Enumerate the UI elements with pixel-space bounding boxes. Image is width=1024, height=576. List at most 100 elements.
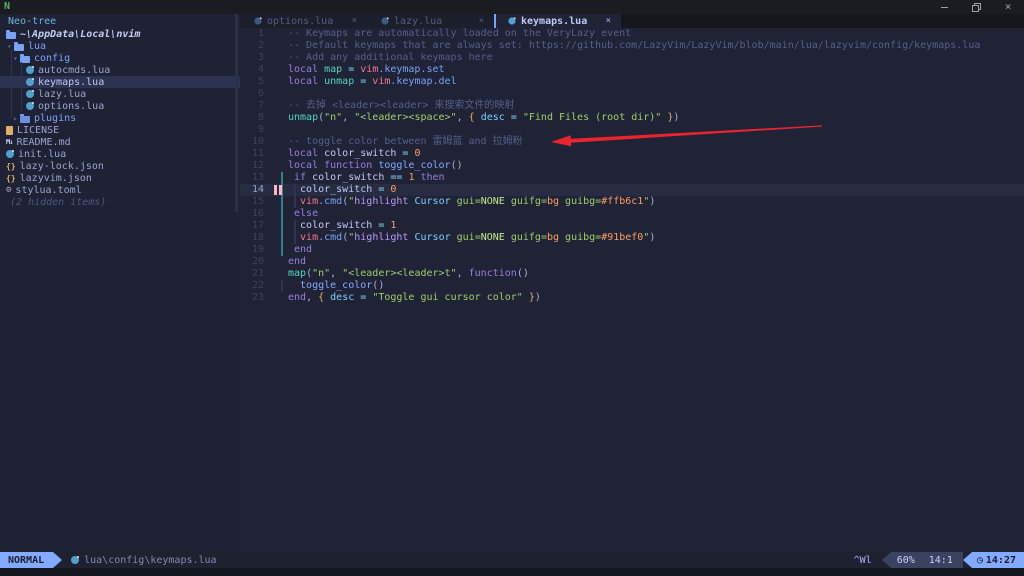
code-token: , bbox=[330, 268, 342, 279]
code-line-12[interactable]: 12local function toggle_color() bbox=[240, 160, 1024, 172]
tab-options.lua[interactable]: options.lua× bbox=[240, 14, 367, 28]
sidebar-item-lazy-lock-json[interactable]: {}lazy-lock.json bbox=[0, 160, 240, 172]
chevron-down-icon[interactable]: ▾ bbox=[13, 54, 20, 63]
code-token: Cursor bbox=[414, 232, 456, 243]
code-token: = bbox=[378, 184, 390, 195]
code-line-14[interactable]: 14 color_switch = 0 bbox=[240, 184, 1024, 196]
tab-lazy.lua[interactable]: lazy.lua× bbox=[367, 14, 494, 28]
tab-close-icon[interactable]: × bbox=[606, 16, 611, 26]
restore-button[interactable] bbox=[960, 0, 992, 14]
code-line-11[interactable]: 11local color_switch = 0 bbox=[240, 148, 1024, 160]
code-line-8[interactable]: 8unmap("n", "<leader><space>", { desc = … bbox=[240, 112, 1024, 124]
close-button[interactable]: × bbox=[992, 0, 1024, 14]
minimize-button[interactable] bbox=[928, 0, 960, 14]
tab-bar: options.lua×lazy.lua×keymaps.lua× bbox=[240, 14, 1024, 28]
code-line-23[interactable]: 23end, { desc = "Toggle gui cursor color… bbox=[240, 292, 1024, 304]
status-bar: NORMAL lua\config\keymaps.lua ^Wl 60% 14… bbox=[0, 552, 1024, 568]
sidebar-item-lua[interactable]: ▾lua bbox=[0, 40, 240, 52]
code-line-4[interactable]: 4local map = vim.keymap.set bbox=[240, 64, 1024, 76]
sidebar-item--appdata-local-nvim[interactable]: ~\AppData\Local\nvim bbox=[0, 28, 240, 40]
code-token: 1 bbox=[390, 220, 396, 231]
code-token: vim bbox=[372, 76, 390, 87]
code-line-10[interactable]: 10-- toggle color between 雷姆蓝 and 拉姆粉 bbox=[240, 136, 1024, 148]
item-label: stylua.toml bbox=[15, 185, 81, 196]
code-line-3[interactable]: 3-- Add any additional keymaps here bbox=[240, 52, 1024, 64]
sidebar-item-config[interactable]: ▾config bbox=[0, 52, 240, 64]
line-number: 21 bbox=[240, 268, 264, 280]
code-line-5[interactable]: 5local unmap = vim.keymap.del bbox=[240, 76, 1024, 88]
sidebar-item-license[interactable]: LICENSE bbox=[0, 124, 240, 136]
code-line-20[interactable]: 20end bbox=[240, 256, 1024, 268]
code-token: end bbox=[288, 244, 312, 255]
sidebar-item-lazy-lua[interactable]: lazy.lua bbox=[0, 88, 240, 100]
code-line-2[interactable]: 2-- Default keymaps that are always set:… bbox=[240, 40, 1024, 52]
code-token: , bbox=[342, 112, 354, 123]
mode-indicator: NORMAL bbox=[0, 552, 53, 568]
code-token: if bbox=[288, 172, 312, 183]
code-line-17[interactable]: 17 color_switch = 1 bbox=[240, 220, 1024, 232]
tab-close-icon[interactable]: × bbox=[479, 16, 484, 26]
sidebar-item-autocmds-lua[interactable]: autocmds.lua bbox=[0, 64, 240, 76]
code-line-9[interactable]: 9 bbox=[240, 124, 1024, 136]
code-token: unmap bbox=[324, 76, 354, 87]
code-token: vim bbox=[288, 232, 318, 243]
code-token: color_switch bbox=[312, 172, 390, 183]
sidebar-item-readme-md[interactable]: M↓README.md bbox=[0, 136, 240, 148]
code-token: () bbox=[517, 268, 529, 279]
code-line-13[interactable]: 13 if color_switch == 1 then bbox=[240, 172, 1024, 184]
item-label: lazyvim.json bbox=[20, 173, 92, 184]
code-line-22[interactable]: 22 toggle_color() bbox=[240, 280, 1024, 292]
code-token: = bbox=[354, 76, 372, 87]
sidebar-item-lazyvim-json[interactable]: {}lazyvim.json bbox=[0, 172, 240, 184]
tab-close-icon[interactable]: × bbox=[352, 16, 357, 26]
folder-open-icon bbox=[6, 32, 16, 39]
file-tree: ~\AppData\Local\nvim▾lua▾configautocmds.… bbox=[0, 28, 240, 208]
code-token: bg bbox=[547, 232, 559, 243]
item-label: autocmds.lua bbox=[38, 65, 110, 76]
code-line-18[interactable]: 18 vim.cmd("highlight Cursor gui=NONE gu… bbox=[240, 232, 1024, 244]
code-token: 0 bbox=[414, 148, 420, 159]
keymap-indicator: ^Wl bbox=[854, 555, 872, 566]
code-token: gui= bbox=[457, 196, 481, 207]
command-line[interactable] bbox=[0, 568, 1024, 576]
code-token: bg bbox=[547, 196, 559, 207]
line-number: 17 bbox=[240, 220, 264, 232]
clock-segment: ◷ 14:27 bbox=[972, 552, 1024, 568]
sidebar-item-options-lua[interactable]: options.lua bbox=[0, 100, 240, 112]
code-line-21[interactable]: 21map("n", "<leader><leader>t", function… bbox=[240, 268, 1024, 280]
line-number: 15 bbox=[240, 196, 264, 208]
code-token: .keymap.set bbox=[378, 64, 444, 75]
tree-guide bbox=[21, 62, 22, 110]
code-token: color_switch bbox=[288, 184, 378, 195]
code-token: unmap bbox=[288, 112, 318, 123]
sidebar-item-plugins[interactable]: ▸plugins bbox=[0, 112, 240, 124]
sidebar-item--2-hidden-items-[interactable]: (2 hidden items) bbox=[0, 196, 240, 208]
window-controls: × bbox=[928, 0, 1024, 14]
sidebar-item-stylua-toml[interactable]: ⚙stylua.toml bbox=[0, 184, 240, 196]
code-token: guibg= bbox=[559, 196, 601, 207]
sidebar-scrollbar[interactable] bbox=[235, 14, 238, 212]
code-line-6[interactable]: 6 bbox=[240, 88, 1024, 100]
neo-tree-panel: Neo-tree ~\AppData\Local\nvim▾lua▾config… bbox=[0, 14, 241, 552]
chevron-right-icon[interactable]: ▸ bbox=[13, 114, 20, 123]
code-token: ) bbox=[649, 232, 655, 243]
code-line-7[interactable]: 7-- 去掉 <leader><leader> 来搜索文件的映射 bbox=[240, 100, 1024, 112]
line-number: 6 bbox=[240, 88, 264, 100]
code-editor[interactable]: 1-- Keymaps are automatically loaded on … bbox=[240, 28, 1024, 552]
code-line-15[interactable]: 15 vim.cmd("highlight Cursor gui=NONE gu… bbox=[240, 196, 1024, 208]
editor-cursor bbox=[274, 185, 277, 195]
code-token: == bbox=[390, 172, 408, 183]
sidebar-item-keymaps-lua[interactable]: keymaps.lua bbox=[0, 76, 240, 88]
code-line-1[interactable]: 1-- Keymaps are automatically loaded on … bbox=[240, 28, 1024, 40]
markdown-icon: M↓ bbox=[6, 138, 12, 146]
code-line-19[interactable]: 19 end bbox=[240, 244, 1024, 256]
lua-file-icon bbox=[26, 66, 34, 74]
code-line-16[interactable]: 16 else bbox=[240, 208, 1024, 220]
sidebar-item-init-lua[interactable]: init.lua bbox=[0, 148, 240, 160]
json-braces-icon: {} bbox=[6, 162, 16, 171]
code-token: local bbox=[288, 76, 324, 87]
code-token: map bbox=[288, 268, 306, 279]
tab-keymaps.lua[interactable]: keymaps.lua× bbox=[494, 14, 621, 28]
line-number: 8 bbox=[240, 112, 264, 124]
code-token: else bbox=[288, 208, 318, 219]
